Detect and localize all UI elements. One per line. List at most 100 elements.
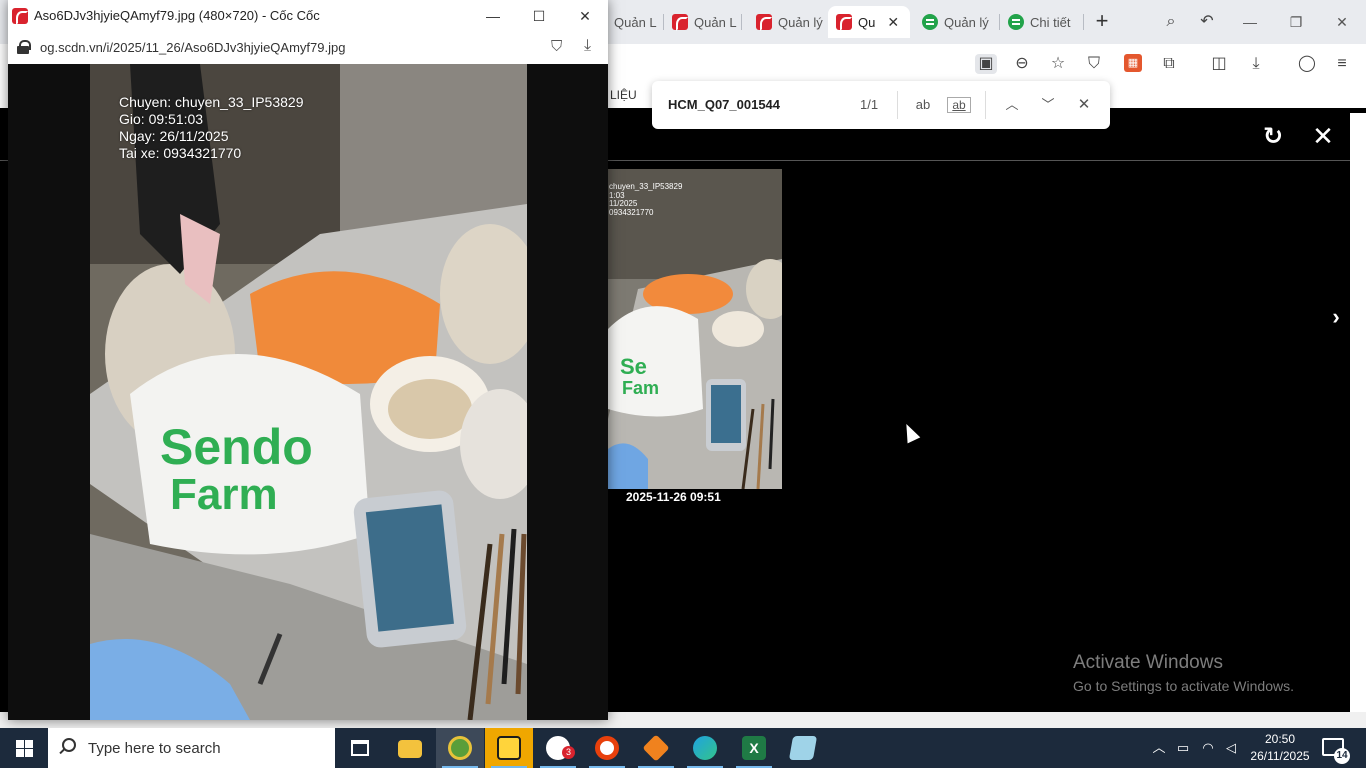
popup-url[interactable]: og.scdn.vn/i/2025/11_26/Aso6DJv3hjyieQAm… bbox=[40, 40, 345, 55]
tab-label: Quản lý bbox=[944, 14, 989, 30]
next-arrow-icon[interactable]: › bbox=[1326, 305, 1346, 329]
edge-icon[interactable] bbox=[681, 728, 729, 768]
find-input[interactable]: HCM_Q07_001544 bbox=[668, 97, 780, 112]
download-icon[interactable]: ⤓ bbox=[584, 37, 591, 55]
photo-stamp: Chuyen: chuyen_33_IP53829 Gio: 09:51:03 … bbox=[119, 94, 303, 162]
sticky-notes-icon[interactable] bbox=[485, 728, 533, 768]
svg-text:Fam: Fam bbox=[622, 378, 659, 398]
taskbar-search[interactable]: Type here to search bbox=[48, 728, 335, 768]
popup-image-area: Sendo Farm Chuyen: chuyen_33_IP53829 Gio… bbox=[8, 64, 608, 720]
excel-icon[interactable]: X bbox=[730, 728, 778, 768]
rotate-icon[interactable]: ↻ bbox=[1259, 123, 1287, 151]
menu-icon[interactable]: ≡ bbox=[1331, 54, 1353, 74]
clock-time: 20:50 bbox=[1264, 732, 1296, 746]
lock-icon bbox=[17, 40, 31, 54]
zoom-out-icon[interactable]: ⊖ bbox=[1011, 54, 1033, 74]
search-placeholder: Type here to search bbox=[88, 740, 221, 757]
delivery-photo[interactable]: Sendo Farm Chuyen: chuyen_33_IP53829 Gio… bbox=[90, 64, 527, 720]
wifi-icon[interactable]: ◠ bbox=[1198, 728, 1218, 768]
stamp-driver: Tai xe: 0934321770 bbox=[119, 145, 242, 161]
restore-icon[interactable]: ❐ bbox=[1284, 12, 1308, 32]
tab-quan-ly-2[interactable]: Quản L bbox=[664, 6, 742, 38]
tab-chi-tiet[interactable]: Chi tiết bbox=[1000, 6, 1084, 38]
activate-windows-watermark: Activate Windows Go to Settings to activ… bbox=[1073, 652, 1294, 694]
lightbox-image[interactable]: Se Fam chuyen_33_IP53829 1:03 11/2025 09… bbox=[608, 169, 782, 489]
bookmark-star-icon[interactable]: ☆ bbox=[1047, 54, 1069, 74]
tab-label: Quản lý bbox=[778, 14, 823, 30]
profile-icon[interactable]: ◯ bbox=[1296, 54, 1318, 74]
minimize-icon[interactable]: — bbox=[1238, 12, 1262, 32]
coccoc-taskbar-icon[interactable] bbox=[436, 728, 484, 768]
coccoc-app-icon bbox=[12, 8, 28, 25]
tab-quan-ly-5[interactable]: Quản lý bbox=[914, 6, 1000, 38]
tray-chevron-up-icon[interactable]: ︿ bbox=[1150, 728, 1168, 768]
app-notepad-icon[interactable] bbox=[779, 728, 827, 768]
watermark-title: Activate Windows bbox=[1073, 652, 1223, 673]
desktop: Quản L Quản L Quản lý Qu ✕ Quản lý Chi t… bbox=[0, 0, 1366, 768]
battery-icon[interactable]: ▭ bbox=[1174, 728, 1192, 768]
task-view-icon[interactable] bbox=[336, 728, 384, 768]
tab-label: Qu bbox=[858, 14, 876, 30]
tab-quan-ly-1[interactable]: Quản L bbox=[606, 6, 664, 38]
popup-maximize-icon[interactable]: ☐ bbox=[526, 6, 552, 26]
popup-titlebar: Aso6DJv3hjyieQAmyf79.jpg (480×720) - Cốc… bbox=[8, 0, 608, 32]
red-app-icon bbox=[672, 14, 688, 31]
stamp-date: Ngay: 26/11/2025 bbox=[119, 128, 229, 144]
volume-icon[interactable]: ◁ bbox=[1222, 728, 1240, 768]
clock-date: 26/11/2025 bbox=[1250, 749, 1310, 763]
windows-start-icon[interactable] bbox=[0, 728, 48, 768]
popup-minimize-icon[interactable]: — bbox=[480, 6, 506, 26]
find-next-chevron-down-icon[interactable]: ﹀ bbox=[1036, 94, 1060, 116]
thumb-caption: 2025-11-26 09:51 bbox=[626, 490, 721, 504]
find-bar: HCM_Q07_001544 1/1 ab ab ︿ ﹀ ✕ bbox=[652, 81, 1110, 129]
red-app-icon bbox=[756, 14, 772, 31]
popup-title: Aso6DJv3hjyieQAmyf79.jpg (480×720) - Cốc… bbox=[34, 8, 320, 23]
shield-icon[interactable]: ⛉ bbox=[1083, 54, 1105, 74]
green-app-icon bbox=[1008, 14, 1024, 30]
zalo-badge: 3 bbox=[562, 746, 575, 759]
find-in-page-icon[interactable]: ▣ bbox=[975, 54, 997, 74]
tab-label: Quản L bbox=[614, 14, 657, 30]
vertical-scrollbar[interactable] bbox=[1350, 113, 1366, 713]
zalo-icon[interactable]: 3 bbox=[534, 728, 582, 768]
split-view-icon[interactable]: ◫ bbox=[1208, 54, 1230, 74]
watermark-subtitle: Go to Settings to activate Windows. bbox=[1073, 678, 1294, 694]
opera-icon[interactable] bbox=[583, 728, 631, 768]
find-prev-chevron-up-icon[interactable]: ︿ bbox=[1000, 94, 1024, 116]
green-app-icon bbox=[922, 14, 938, 30]
bookmark-item[interactable]: LIỆU bbox=[610, 88, 637, 102]
lightbox-close-icon[interactable]: ✕ bbox=[1309, 122, 1337, 150]
svg-text:Farm: Farm bbox=[170, 470, 278, 519]
tab-quan-ly-3[interactable]: Quản lý bbox=[748, 6, 826, 38]
popup-close-icon[interactable]: ✕ bbox=[572, 6, 598, 26]
app-orange-icon[interactable] bbox=[632, 728, 680, 768]
tab-label: Quản L bbox=[694, 14, 737, 30]
search-icon bbox=[62, 738, 76, 752]
download-icon[interactable]: ⤓ bbox=[1245, 54, 1267, 74]
find-count: 1/1 bbox=[860, 97, 879, 112]
stamp-trip: Chuyen: chuyen_33_IP53829 bbox=[119, 94, 304, 110]
popup-window: Aso6DJv3hjyieQAmyf79.jpg (480×720) - Cốc… bbox=[8, 0, 608, 720]
tab-close-icon[interactable]: ✕ bbox=[887, 14, 899, 31]
whole-word-button[interactable]: ab bbox=[947, 97, 971, 113]
file-explorer-icon[interactable] bbox=[386, 728, 434, 768]
window-close-icon[interactable]: ✕ bbox=[1330, 12, 1354, 32]
back-arrow-icon[interactable]: ↶ bbox=[1196, 12, 1218, 32]
taskbar: Type here to search 3 X ︿ ▭ ◠ ◁ 20:50 26… bbox=[0, 728, 1366, 768]
svg-text:Sendo: Sendo bbox=[160, 419, 313, 475]
stamp-time: Gio: 09:51:03 bbox=[119, 111, 204, 127]
tab-search-icon[interactable]: ⌕ bbox=[1160, 12, 1182, 32]
tab-active[interactable]: Qu ✕ bbox=[828, 6, 910, 38]
extension-icon[interactable]: ▦ bbox=[1124, 54, 1142, 72]
red-app-icon bbox=[836, 14, 852, 31]
notification-count: 14 bbox=[1334, 748, 1350, 764]
match-case-button[interactable]: ab bbox=[911, 94, 935, 116]
svg-text:Se: Se bbox=[620, 354, 647, 379]
new-tab-plus-icon[interactable]: + bbox=[1090, 10, 1114, 34]
system-clock[interactable]: 20:50 26/11/2025 bbox=[1248, 731, 1312, 765]
tab-label: Chi tiết bbox=[1030, 14, 1071, 30]
shield-icon[interactable]: ⛉ bbox=[551, 38, 562, 55]
find-close-icon[interactable]: ✕ bbox=[1072, 94, 1096, 116]
puzzle-icon[interactable]: ⧉ bbox=[1158, 54, 1180, 74]
popup-address-bar: og.scdn.vn/i/2025/11_26/Aso6DJv3hjyieQAm… bbox=[8, 32, 608, 62]
